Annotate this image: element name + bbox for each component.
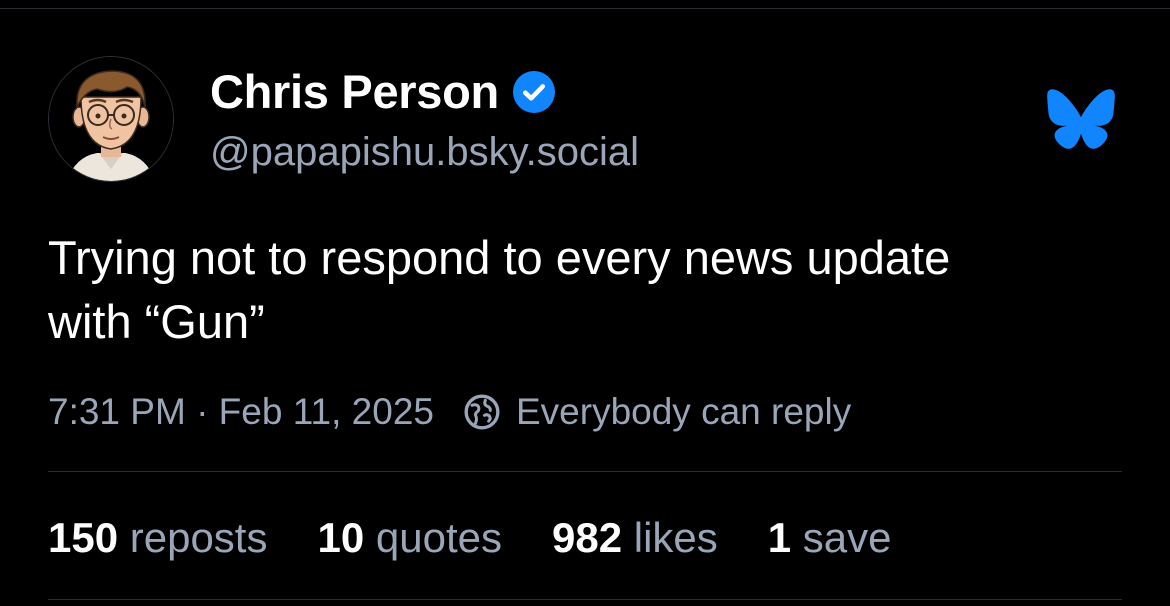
reply-setting[interactable]: Everybody can reply	[516, 391, 851, 433]
post-card: Chris Person @papapishu.bsky.social Tryi…	[0, 0, 1170, 606]
stat-label: quotes	[375, 514, 502, 561]
stats-top-divider	[48, 471, 1122, 472]
avatar[interactable]	[48, 56, 174, 182]
stat-count: 10	[317, 514, 376, 561]
stat-quotes[interactable]: 10 quotes	[317, 514, 502, 562]
globe-icon	[464, 394, 500, 430]
engagement-stats: 150 reposts 10 quotes 982 likes 1 save	[48, 510, 942, 566]
post-text: Trying not to respond to every news upda…	[48, 226, 1128, 354]
stat-label: likes	[633, 514, 718, 561]
post-timestamp[interactable]: 7:31 PM · Feb 11, 2025	[48, 391, 434, 433]
author-names: Chris Person @papapishu.bsky.social	[210, 64, 639, 178]
author-handle[interactable]: @papapishu.bsky.social	[210, 126, 639, 178]
stat-likes[interactable]: 982 likes	[552, 514, 718, 562]
bluesky-butterfly-icon	[1047, 89, 1115, 149]
post-text-line-2: with “Gun”	[48, 295, 265, 348]
stat-label: save	[802, 514, 892, 561]
display-name-row: Chris Person	[210, 64, 639, 120]
stats-bottom-divider	[48, 599, 1122, 600]
stat-count: 982	[551, 514, 634, 561]
stat-saves[interactable]: 1 save	[768, 514, 892, 562]
verified-badge-icon[interactable]	[512, 71, 555, 113]
post-header: Chris Person @papapishu.bsky.social	[48, 56, 1122, 182]
cartoon-portrait-avatar-icon	[49, 57, 173, 181]
post-meta: 7:31 PM · Feb 11, 2025 Everybody can rep…	[48, 386, 851, 438]
stat-count: 150	[48, 514, 130, 561]
author-display-name[interactable]: Chris Person	[210, 64, 499, 120]
stat-reposts[interactable]: 150 reposts	[48, 514, 267, 562]
stat-label: reposts	[129, 514, 268, 561]
stat-count: 1	[767, 514, 803, 561]
post-text-line-1: Trying not to respond to every news upda…	[48, 231, 951, 284]
